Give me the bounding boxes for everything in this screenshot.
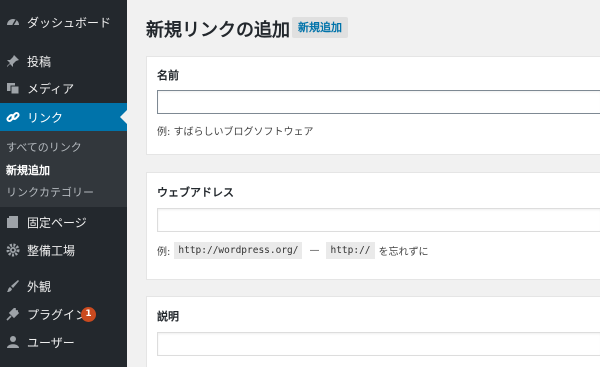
page-icon [7,216,18,228]
submenu-item-add-new[interactable]: 新規追加 [6,162,50,178]
sidebar-item-label: ユーザー [27,335,75,350]
sidebar-item-label: 整備工場 [27,243,76,258]
sidebar-item-label: 固定ページ [27,215,87,230]
web-address-box: ウェブアドレス 例: http://wordpress.org/ — http:… [146,172,600,280]
hint-example-url: http://wordpress.org/ [174,242,303,259]
sidebar-item-users[interactable]: ユーザー [0,328,127,356]
active-indicator [120,110,127,124]
name-input[interactable] [157,90,600,114]
sidebar-item-appearance[interactable]: 外観 [0,272,127,300]
dashboard-icon [7,19,19,26]
update-count-badge: 1 [81,307,96,322]
sidebar-item-posts[interactable]: 投稿 [0,47,127,75]
hint-separator: — [309,245,320,256]
pin-icon [7,55,19,67]
submenu-item-link-categories[interactable]: リンクカテゴリー [6,184,94,200]
submenu-item-all-links[interactable]: すべてのリンク [6,139,82,155]
name-label: 名前 [157,69,179,82]
web-address-hint: 例: http://wordpress.org/ — http:// を忘れずに [157,242,429,259]
web-address-label: ウェブアドレス [157,186,234,199]
plugin-icon [6,307,20,321]
media-icon [7,83,20,95]
user-icon [7,336,19,348]
description-input[interactable] [157,332,600,356]
hint-suffix: を忘れずに [378,247,429,258]
sidebar-item-label: リンク [27,110,64,125]
brush-icon [7,280,19,292]
sidebar-item-pages[interactable]: 固定ページ [0,208,127,236]
add-new-button[interactable]: 新規追加 [292,17,348,38]
sidebar-item-maintenance[interactable]: 整備工場 [0,236,127,264]
description-box: 説明 [146,296,600,367]
link-icon [6,111,20,123]
links-submenu: すべてのリンク 新規追加 リンクカテゴリー [0,131,127,207]
web-address-input[interactable] [157,208,600,232]
sidebar-item-plugins[interactable]: プラグイン 1 [0,300,127,328]
sidebar-item-dashboard[interactable]: ダッシュボード [0,8,127,36]
gear-icon [6,243,20,257]
sidebar-item-label: メディア [27,81,75,96]
sidebar-item-label: 外観 [27,279,52,294]
hint-prefix: 例: [157,247,171,258]
page-title: 新規リンクの追加 [146,20,290,41]
sidebar-item-label: 投稿 [27,54,52,69]
sidebar-item-label: プラグイン [27,307,88,322]
hint-protocol: http:// [326,242,375,259]
sidebar-item-media[interactable]: メディア [0,74,127,102]
description-label: 説明 [157,310,179,323]
admin-sidebar: ダッシュボード 投稿 メディア リンク すべてのリンク 新規追加 リンクカテゴリ… [0,0,127,367]
sidebar-item-links[interactable]: リンク [0,103,127,131]
name-hint: 例: すばらしいブログソフトウェア [157,127,314,138]
name-box: 名前 例: すばらしいブログソフトウェア [146,56,600,155]
sidebar-item-label: ダッシュボード [27,15,112,30]
